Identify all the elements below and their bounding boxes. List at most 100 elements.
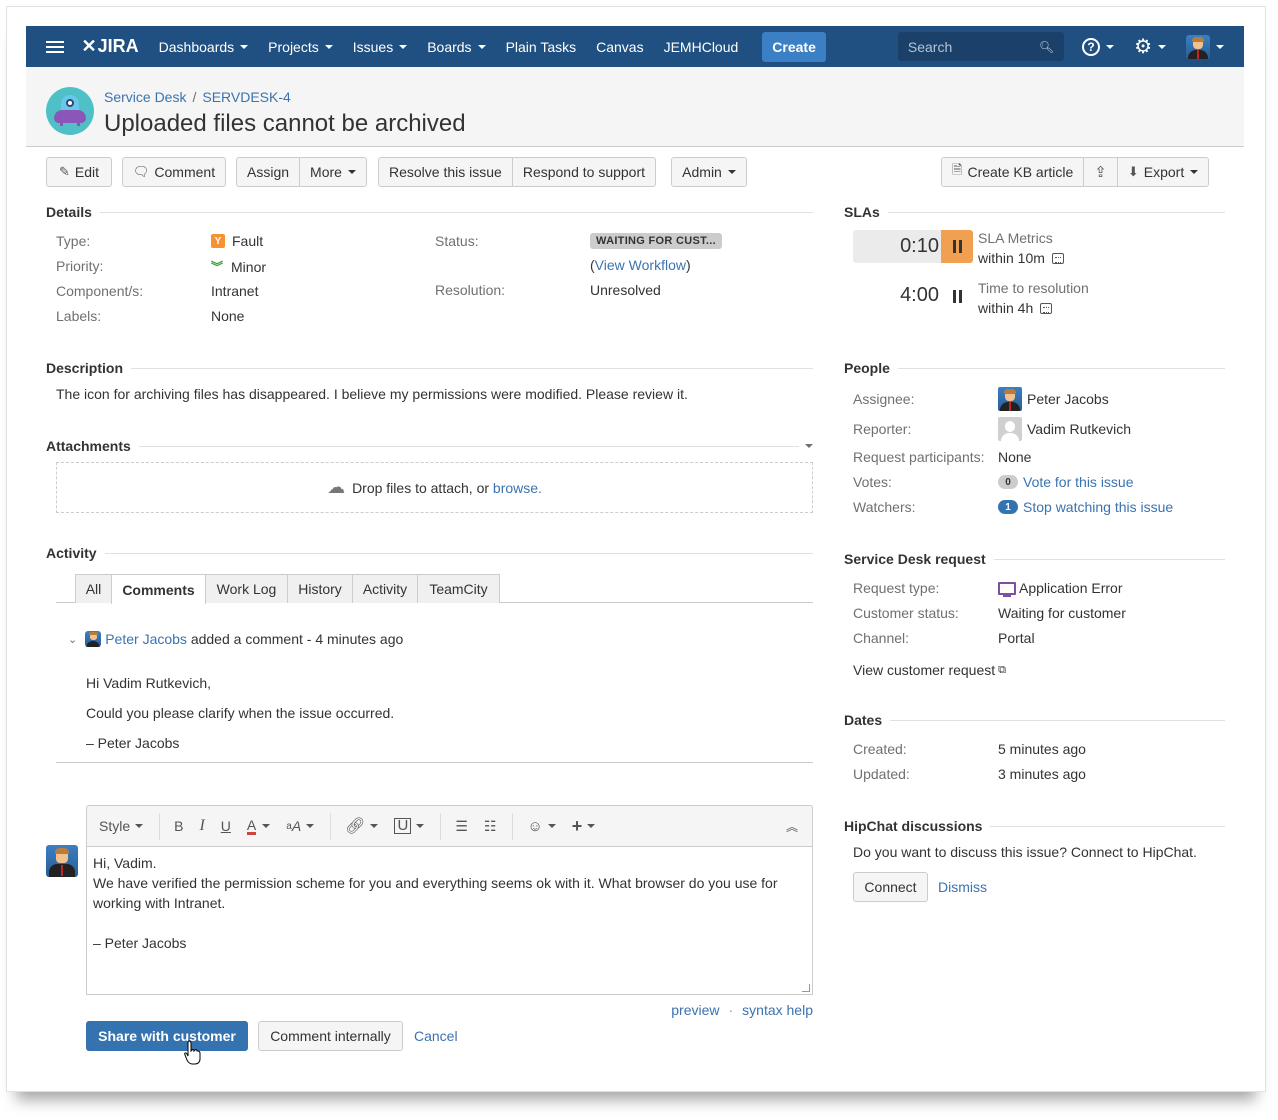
create-button[interactable]: Create	[762, 31, 826, 62]
share-icon: ⇪	[1094, 164, 1107, 181]
text-color-dropdown[interactable]	[262, 824, 271, 828]
more-button[interactable]: More	[299, 158, 366, 186]
numbered-list-icon[interactable]: ☷	[484, 818, 497, 835]
comment-textarea[interactable]: Hi, Vadim. We have verified the permissi…	[86, 846, 813, 995]
external-link-icon: ⧉	[998, 663, 1006, 676]
insert-more-icon[interactable]: +	[572, 816, 596, 837]
bullet-list-icon[interactable]: ☰	[455, 818, 468, 835]
description-text[interactable]: The icon for archiving files has disappe…	[56, 386, 688, 402]
sla-pause-icon	[941, 230, 973, 263]
text-effects-icon[interactable]: aA	[286, 818, 315, 834]
export-button[interactable]: ⬇ Export	[1116, 158, 1208, 186]
sla-pause-icon	[941, 280, 973, 313]
nav-projects[interactable]: Projects	[268, 39, 333, 55]
tab-comments[interactable]: Comments	[111, 574, 206, 604]
comment-author-link[interactable]: Peter Jacobs	[105, 631, 187, 647]
preview-link[interactable]: preview	[671, 1002, 719, 1018]
calendar-icon[interactable]	[1051, 252, 1064, 264]
component-link[interactable]: Intranet	[211, 283, 258, 299]
chevron-down-icon	[399, 44, 408, 49]
view-workflow-link[interactable]: View Workflow	[595, 257, 686, 273]
assign-button[interactable]: Assign	[237, 158, 299, 186]
user-menu[interactable]	[1186, 34, 1224, 59]
updated-value: 3 minutes ago	[998, 766, 1086, 782]
menu-icon[interactable]	[46, 40, 64, 53]
chevron-down-icon	[347, 170, 356, 174]
editor-line: – Peter Jacobs	[93, 935, 187, 951]
respond-to-support-button[interactable]: Respond to support	[511, 158, 655, 186]
speech-bubble-icon: 🗨︎	[132, 164, 150, 179]
connect-button[interactable]: Connect	[853, 872, 928, 902]
reporter-value[interactable]: Vadim Rutkevich	[998, 417, 1131, 441]
breadcrumb-issue-key[interactable]: SERVDESK-4	[202, 89, 290, 105]
edit-button[interactable]: ✎ Edit	[46, 157, 112, 187]
tab-activity[interactable]: Activity	[352, 574, 418, 603]
watchers-count-badge[interactable]: 1	[998, 500, 1018, 514]
resolve-issue-button[interactable]: Resolve this issue	[379, 158, 512, 186]
italic-icon[interactable]: I	[199, 817, 204, 835]
attachments-options-chevron-icon[interactable]	[805, 444, 813, 448]
collapse-toolbar-icon[interactable]: ︽	[786, 818, 798, 835]
sla-name-1: SLA Metrics	[978, 230, 1053, 246]
tab-all[interactable]: All	[75, 574, 112, 603]
section-title: People	[844, 360, 890, 376]
attachment-icon[interactable]: U	[394, 818, 425, 834]
admin-button[interactable]: Admin	[671, 157, 747, 187]
resize-handle-icon[interactable]	[802, 984, 810, 992]
tab-work-log[interactable]: Work Log	[205, 574, 288, 603]
section-title: Attachments	[46, 438, 131, 454]
project-avatar[interactable]	[46, 87, 94, 135]
syntax-help-link[interactable]: syntax help	[742, 1002, 813, 1018]
attachment-drop-zone[interactable]: ☁ Drop files to attach, or browse.	[56, 462, 813, 513]
participants-label: Request participants:	[853, 449, 985, 465]
settings-menu[interactable]: ⚙	[1134, 34, 1166, 59]
search-input[interactable]: Search 🔍︎	[897, 32, 1065, 61]
nav-jemhcloud[interactable]: JEMHCloud	[664, 39, 739, 55]
emoticon-icon[interactable]: ☺	[527, 818, 556, 835]
dismiss-link[interactable]: Dismiss	[938, 879, 987, 895]
issue-title[interactable]: Uploaded files cannot be archived	[104, 110, 466, 138]
text-color-icon[interactable]: A	[246, 818, 257, 835]
create-kb-article-button[interactable]: 🗎︎ Create KB article	[942, 158, 1083, 186]
nav-boards[interactable]: Boards	[427, 39, 486, 55]
current-user-avatar	[46, 845, 78, 877]
sla-timer-1: 0:10	[853, 230, 941, 263]
paren: )	[685, 257, 691, 273]
nav-plain-tasks[interactable]: Plain Tasks	[506, 39, 577, 55]
divider	[440, 812, 442, 840]
comment-internally-button[interactable]: Comment internally	[258, 1021, 403, 1051]
nav-dashboards[interactable]: Dashboards	[159, 39, 249, 55]
share-button[interactable]: ⇪	[1083, 158, 1117, 186]
nav-issues[interactable]: Issues	[353, 39, 408, 55]
chevron-down-icon	[1216, 44, 1224, 49]
chevron-down-icon	[1190, 170, 1199, 174]
export-label: Export	[1143, 164, 1185, 180]
bold-icon[interactable]: B	[174, 818, 183, 834]
calendar-icon[interactable]	[1040, 302, 1053, 314]
comment-button[interactable]: 🗨︎ Comment	[122, 157, 226, 187]
download-icon: ⬇	[1127, 164, 1139, 179]
help-menu[interactable]: ?	[1082, 37, 1115, 56]
style-dropdown[interactable]: Style	[99, 818, 144, 834]
separator: ·	[728, 1002, 734, 1018]
sla-goal-text: within 4h	[978, 300, 1034, 316]
view-customer-request-link[interactable]: View customer request ⧉	[853, 662, 1006, 678]
type-value: Y Fault	[211, 233, 263, 249]
reporter-name: Vadim Rutkevich	[1027, 421, 1132, 437]
jira-logo[interactable]: ✕ JIRA	[82, 36, 139, 57]
assignee-value[interactable]: Peter Jacobs	[998, 387, 1109, 411]
vote-link[interactable]: Vote for this issue	[1023, 474, 1134, 490]
tab-history[interactable]: History	[287, 574, 353, 603]
link-icon[interactable]: 🔗︎	[345, 816, 379, 836]
cancel-link[interactable]: Cancel	[414, 1028, 458, 1044]
comment-line: – Peter Jacobs	[86, 735, 180, 751]
underline-icon[interactable]: U	[221, 818, 231, 834]
nav-canvas[interactable]: Canvas	[596, 39, 643, 55]
tab-teamcity[interactable]: TeamCity	[417, 574, 500, 603]
labels-value[interactable]: None	[211, 308, 244, 324]
stop-watching-link[interactable]: Stop watching this issue	[1023, 499, 1173, 515]
collapse-chevron-icon[interactable]: ⌄	[68, 633, 77, 646]
share-with-customer-button[interactable]: Share with customer	[86, 1021, 248, 1051]
browse-link[interactable]: browse.	[493, 480, 542, 496]
breadcrumb-project[interactable]: Service Desk	[104, 89, 186, 105]
